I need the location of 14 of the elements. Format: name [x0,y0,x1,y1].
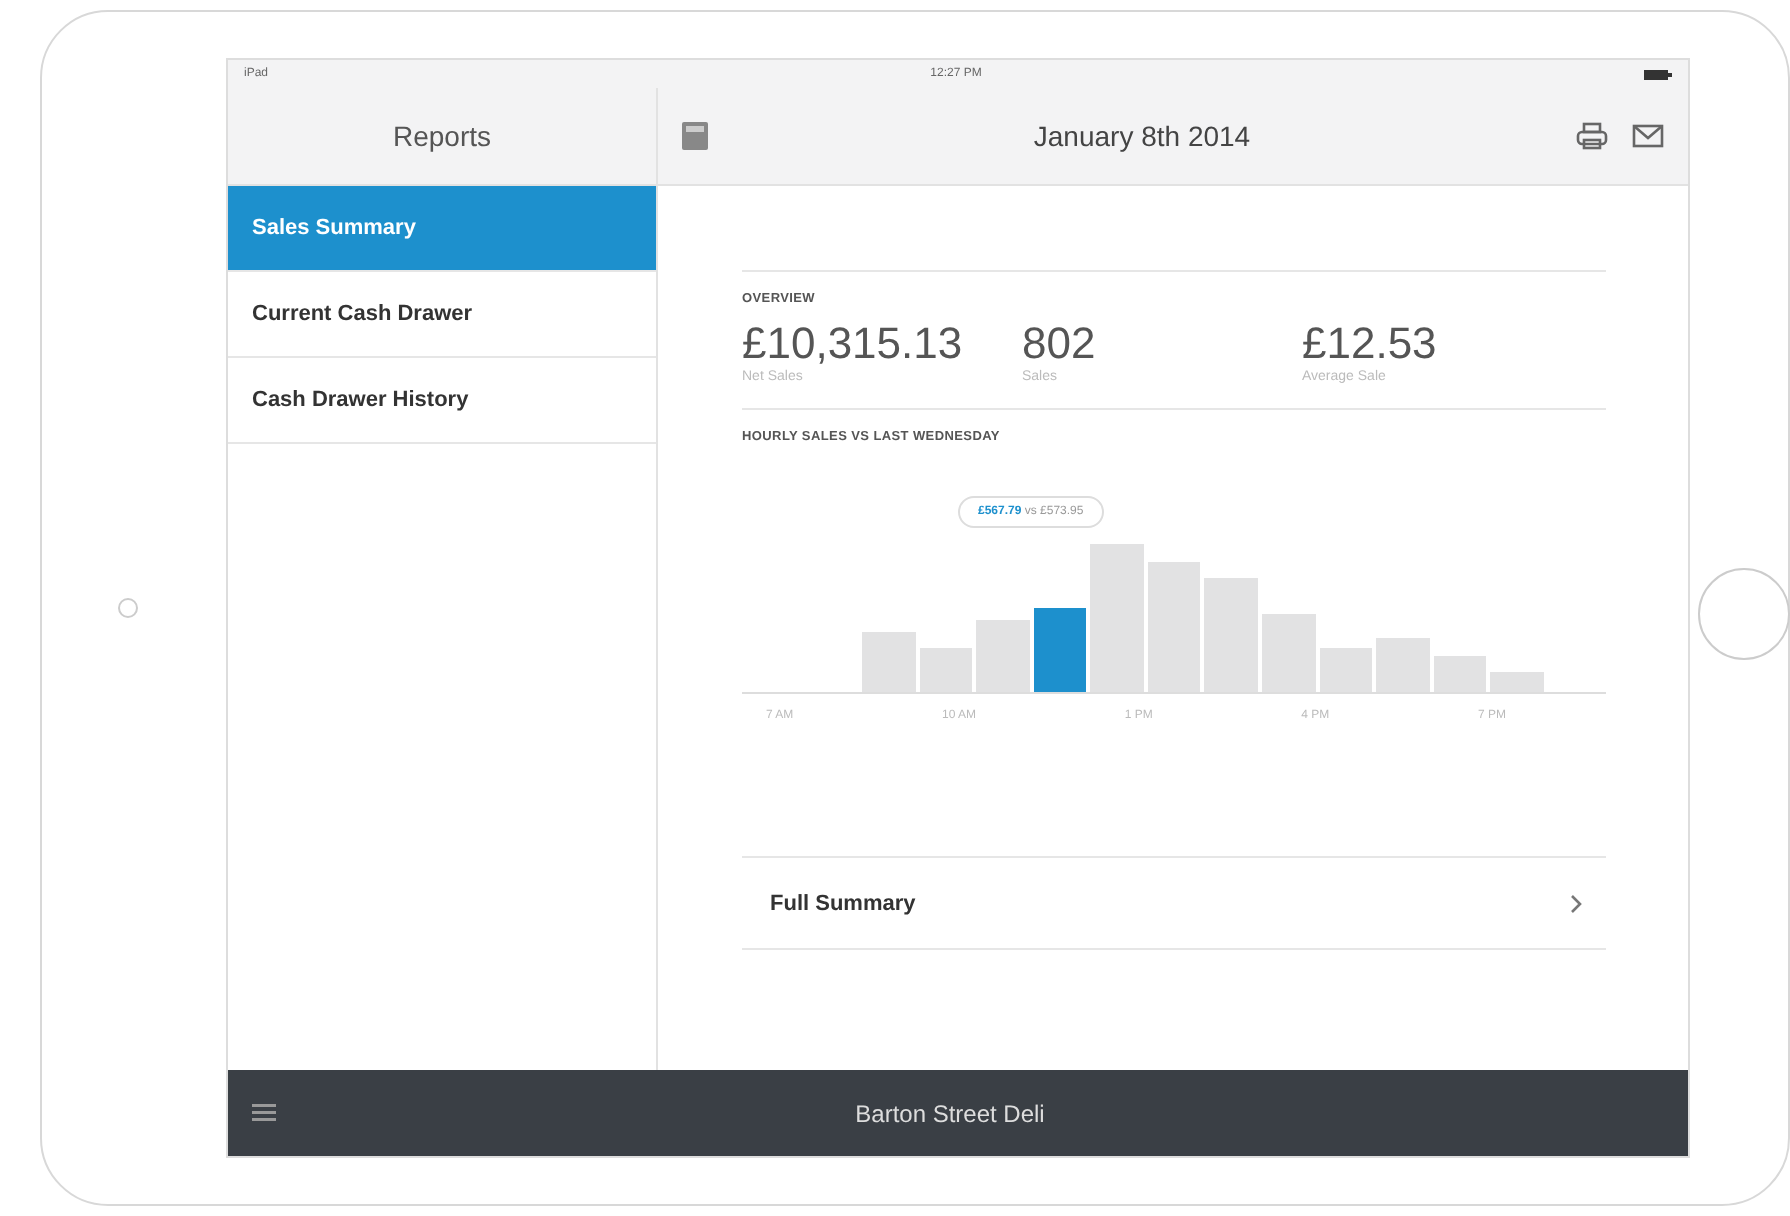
report-date: January 8th 2014 [1031,120,1253,152]
sidebar-item[interactable]: Sales Summary [228,186,656,272]
chevron-right-icon [1570,893,1582,913]
sidebar-title: Reports [392,120,492,152]
camera-icon [118,598,138,618]
stat-value: 802 [1022,318,1098,370]
full-summary-row[interactable]: Full Summary [742,856,1606,950]
battery-icon [1643,69,1672,79]
printer-icon[interactable] [1576,122,1608,150]
mail-icon[interactable] [1632,124,1664,148]
stat-value: £12.53 [1302,318,1439,370]
menu-icon[interactable] [252,1104,276,1122]
store-name: Barton Street Deli [853,1099,1047,1127]
stat-value: £10,315.13 [742,318,965,369]
